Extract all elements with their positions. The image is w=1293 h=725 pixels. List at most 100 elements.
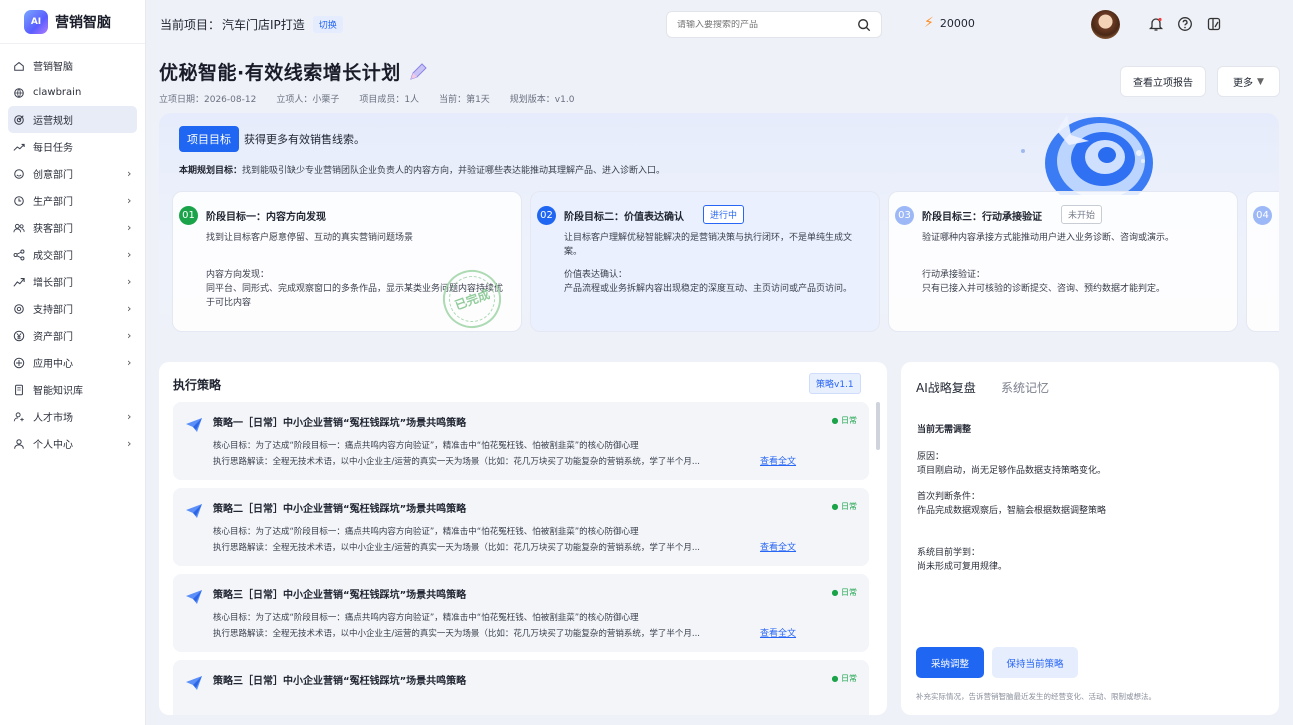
sidebar-item[interactable]: 每日任务	[8, 133, 137, 160]
sidebar-item-label: 支持部门	[33, 305, 73, 316]
goal-panel: 项目目标 获得更多有效销售线索。 本期规划目标：找到能吸引缺少专业营销团队企业负…	[159, 113, 1279, 348]
sidebar-item[interactable]: 创意部门 ›	[8, 160, 137, 187]
users-icon	[12, 221, 26, 235]
current-project-name: 汽车门店IP打造	[222, 17, 305, 32]
bell-icon[interactable]	[1148, 16, 1164, 32]
strategy-version-badge[interactable]: 策略v1.1	[809, 373, 861, 394]
points-display[interactable]: ⚡ 20000	[924, 15, 975, 31]
view-report-button[interactable]: 查看立项报告	[1120, 66, 1206, 97]
tab-system-memory[interactable]: 系统记忆	[1001, 379, 1049, 396]
strategy-card[interactable]: 策略一［日常］中小企业营销“冤枉钱踩坑”场景共鸣策略 ● 日常 核心目标：为了达成“…	[173, 402, 869, 480]
switch-project-button[interactable]: 切换	[312, 15, 343, 33]
chevron-right-icon: ›	[127, 248, 132, 261]
sidebar-item[interactable]: 智能知识库	[8, 376, 137, 403]
view-full-link[interactable]: 查看全文	[760, 540, 796, 553]
stage-criteria-title: 价值表达确认：	[564, 270, 628, 280]
sidebar-item-label: 成交部门	[33, 251, 73, 262]
sidebar-item[interactable]: 个人中心 ›	[8, 430, 137, 457]
sidebar-item[interactable]: 成交部门 ›	[8, 241, 137, 268]
caret-down-icon: ▼	[1257, 76, 1264, 87]
sidebar-item[interactable]: 应用中心 ›	[8, 349, 137, 376]
meta-item: 立项人：小栗子	[276, 95, 340, 105]
strategy-approach: 执行思路解读：全程无技术术语，以中小企业主/运营的真实一天为场景（比如：花几万块…	[213, 457, 700, 467]
avatar[interactable]	[1091, 10, 1120, 39]
stage-card[interactable]: 03 阶段目标三：行动承接验证 未开始 验证哪种内容承接方式能推动用户进入业务诊断、咨…	[888, 191, 1238, 332]
search-box[interactable]	[666, 11, 882, 38]
meta-item: 当前：第1天	[439, 95, 490, 105]
page-title: 优秘智能·有效线索增长计划	[159, 58, 429, 85]
sidebar-item-label: 运营规划	[33, 116, 73, 127]
scrollbar[interactable]	[876, 402, 880, 450]
sidebar-item[interactable]: 资产部门 ›	[8, 322, 137, 349]
keep-strategy-button[interactable]: 保持当前策略	[992, 647, 1078, 678]
stage-description: 验证哪种内容承接方式能推动用户进入业务诊断、咨询或演示。	[922, 233, 1175, 243]
stage-criteria-title: 行动承接验证：	[922, 270, 986, 280]
sidebar-item[interactable]: 支持部门 ›	[8, 295, 137, 322]
help-icon[interactable]	[1177, 16, 1193, 32]
sidebar-item[interactable]: clawbrain	[8, 79, 137, 106]
stage-description: 找到让目标客户愿意停留、互动的真实营销问题场景	[206, 233, 414, 243]
chevron-right-icon: ›	[127, 194, 132, 207]
meta-item: 规划版本：v1.0	[509, 95, 575, 105]
stage-card[interactable]: 01 阶段目标一：内容方向发现 找到让目标客户愿意停留、互动的真实营销问题场景 内容方…	[172, 191, 522, 337]
sidebar-item[interactable]: 运营规划	[8, 106, 137, 133]
learned-label: 系统目前学到：	[917, 548, 981, 558]
paper-plane-icon	[186, 676, 202, 690]
sidebar-item[interactable]: 营销智脑	[8, 52, 137, 79]
stage-number: 02	[537, 206, 556, 225]
globe-icon	[12, 86, 26, 100]
strategy-core-goal: 核心目标：为了达成“阶段目标一：痛点共鸣内容方向验证”，精准击中“怕花冤枉钱、怕…	[213, 613, 639, 623]
stage-criteria: 行动承接验证： 只有已接入并可核验的诊断提交、咨询、预约数据才能判定。	[922, 268, 1222, 296]
supplement-hint[interactable]: 补充实际情况，告诉营销智脑最近发生的经营变化、活动、限制或想法。	[916, 691, 1156, 702]
paper-plane-icon	[186, 418, 202, 432]
chevron-right-icon: ›	[127, 221, 132, 234]
sidebar-item[interactable]: 获客部门 ›	[8, 214, 137, 241]
sidebar-item-label: 创意部门	[33, 170, 73, 181]
view-full-link[interactable]: 查看全文	[760, 454, 796, 467]
person-icon	[12, 437, 26, 451]
strategy-title: 策略三［日常］中小企业营销“冤枉钱踩坑”场景共鸣策略	[213, 590, 467, 601]
stage-status-badge: 未开始	[1061, 205, 1103, 224]
chevron-right-icon: ›	[127, 329, 132, 342]
sidebar-item-label: 资产部门	[33, 332, 73, 343]
chevron-right-icon: ›	[127, 356, 132, 369]
meta-item: 立项日期：2026-08-12	[159, 95, 257, 105]
sidebar-item-label: 获客部门	[33, 224, 73, 235]
strategy-card[interactable]: 策略三［日常］中小企业营销“冤枉钱踩坑”场景共鸣策略 ● 日常	[173, 660, 869, 715]
stage-card[interactable]: 04阶段目标四验证行动只有才能	[1246, 191, 1279, 332]
meta-item: 项目成员：1人	[359, 95, 420, 105]
reason-label: 原因：	[917, 452, 945, 462]
target-illustration	[1021, 115, 1153, 195]
strategy-title: 策略一［日常］中小企业营销“冤枉钱踩坑”场景共鸣策略	[213, 418, 467, 429]
tab-ai-review[interactable]: AI战略复盘	[916, 379, 976, 396]
book-icon	[12, 383, 26, 397]
yen-icon	[12, 329, 26, 343]
sidebar-item[interactable]: 生产部门 ›	[8, 187, 137, 214]
sidebar-item-label: 人才市场	[33, 413, 73, 424]
first-condition-text: 作品完成数据观察后，智脑会根据数据调整策略	[917, 506, 1107, 516]
points-value: 20000	[939, 16, 975, 30]
strategy-approach: 执行思路解读：全程无技术术语，以中小企业主/运营的真实一天为场景（比如：花几万块…	[213, 629, 700, 639]
layout-icon[interactable]	[1206, 16, 1222, 32]
strategy-card[interactable]: 策略三［日常］中小企业营销“冤枉钱踩坑”场景共鸣策略 ● 日常 核心目标：为了达成“…	[173, 574, 869, 652]
view-full-link[interactable]: 查看全文	[760, 626, 796, 639]
strategy-card[interactable]: 策略二［日常］中小企业营销“冤枉钱踩坑”场景共鸣策略 ● 日常 核心目标：为了达成“…	[173, 488, 869, 566]
brand[interactable]: AI 营销智脑	[0, 0, 145, 44]
sidebar-item[interactable]: 人才市场 ›	[8, 403, 137, 430]
sidebar-item-label: 个人中心	[33, 440, 73, 451]
stage-description: 让目标客户理解优秘智能解决的是营销决策与执行闭环，不是单纯生成文案。	[564, 233, 853, 257]
search-input[interactable]	[677, 19, 857, 30]
stage-card[interactable]: 02 阶段目标二：价值表达确认 进行中 让目标客户理解优秘智能解决的是营销决策与执行闭…	[530, 191, 880, 332]
stage-criteria-text: 只有已接入并可核验的诊断提交、咨询、预约数据才能判定。	[922, 284, 1166, 294]
stage-number: 03	[895, 206, 914, 225]
edit-pen-icon[interactable]	[407, 61, 429, 83]
adopt-adjustment-button[interactable]: 采纳调整	[916, 647, 984, 678]
search-icon[interactable]	[857, 18, 871, 32]
strategy-core-goal: 核心目标：为了达成“阶段目标一：痛点共鸣内容方向验证”，精准击中“怕花冤枉钱、怕…	[213, 527, 639, 537]
stage-title: 阶段目标一：内容方向发现	[206, 212, 326, 223]
more-button[interactable]: 更多 ▼	[1217, 66, 1280, 97]
chevron-right-icon: ›	[127, 167, 132, 180]
stage-status-badge: 进行中	[703, 205, 745, 224]
sidebar-item[interactable]: 增长部门 ›	[8, 268, 137, 295]
ai-status: 当前无需调整	[917, 425, 972, 435]
